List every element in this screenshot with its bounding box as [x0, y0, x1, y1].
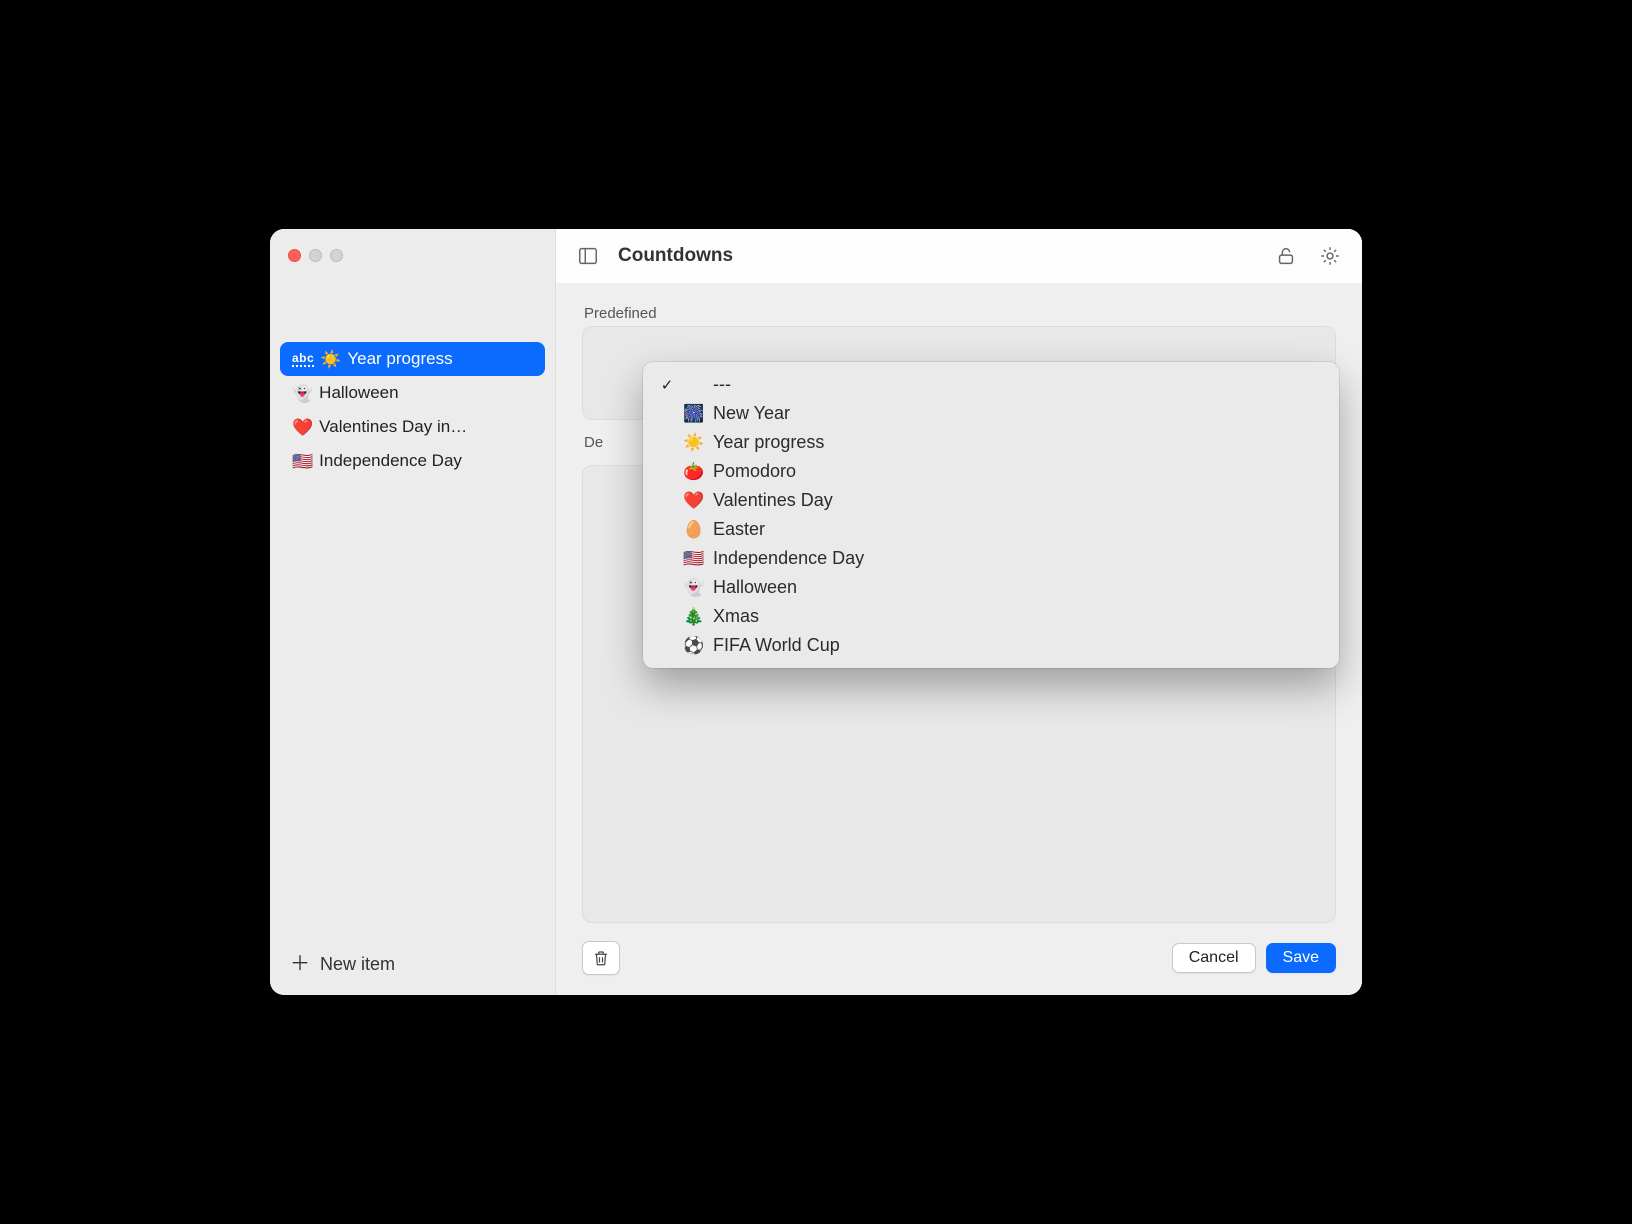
- menu-item-label: New Year: [713, 403, 1323, 424]
- toolbar: Countdowns: [556, 229, 1362, 283]
- delete-button[interactable]: [582, 941, 620, 975]
- heart-icon: ❤️: [292, 419, 313, 436]
- footer: Cancel Save: [556, 941, 1362, 995]
- ghost-icon: 👻: [683, 579, 705, 596]
- cancel-button[interactable]: Cancel: [1172, 943, 1256, 973]
- minimize-window-button[interactable]: [309, 249, 322, 262]
- menu-item-fifa-world-cup[interactable]: ⚽ FIFA World Cup: [649, 631, 1333, 660]
- predefined-section-label: Predefined: [584, 305, 1336, 322]
- save-button[interactable]: Save: [1266, 943, 1336, 973]
- close-window-button[interactable]: [288, 249, 301, 262]
- us-flag-icon: 🇺🇸: [292, 453, 313, 470]
- menu-item-year-progress[interactable]: ☀️ Year progress: [649, 428, 1333, 457]
- settings-button[interactable]: [1316, 242, 1344, 270]
- sidebar-item-label: Independence Day: [319, 451, 462, 471]
- tomato-icon: 🍅: [683, 463, 705, 480]
- menu-item-label: Valentines Day: [713, 490, 1323, 511]
- toggle-sidebar-button[interactable]: [574, 242, 602, 270]
- sun-icon: ☀️: [320, 351, 341, 368]
- sidebar-item-year-progress[interactable]: abc ☀️ Year progress: [280, 342, 545, 376]
- menu-item-label: Halloween: [713, 577, 1323, 598]
- lock-button[interactable]: [1272, 242, 1300, 270]
- app-window: abc ☀️ Year progress 👻 Halloween ❤️ Vale…: [270, 229, 1362, 995]
- egg-icon: 🥚: [683, 521, 705, 538]
- new-item-button[interactable]: ＋ New item: [280, 946, 545, 979]
- menu-item-label: Pomodoro: [713, 461, 1323, 482]
- menu-item-label: Xmas: [713, 606, 1323, 627]
- fireworks-icon: 🎆: [683, 405, 705, 422]
- menu-item-pomodoro[interactable]: 🍅 Pomodoro: [649, 457, 1333, 486]
- gear-icon: [1319, 245, 1341, 267]
- new-item-label: New item: [320, 954, 395, 975]
- sidebar-item-valentines[interactable]: ❤️ Valentines Day in…: [280, 410, 545, 444]
- menu-item-valentines[interactable]: ❤️ Valentines Day: [649, 486, 1333, 515]
- menu-item-none[interactable]: ✓ ---: [649, 370, 1333, 399]
- sidebar-item-label: Year progress: [347, 349, 452, 369]
- rename-indicator-icon: abc: [292, 352, 314, 367]
- sidebar-item-label: Valentines Day in…: [319, 417, 467, 437]
- window-controls: [280, 245, 545, 284]
- predefined-dropdown-menu[interactable]: ✓ --- 🎆 New Year ☀️ Year progres: [643, 362, 1339, 668]
- ghost-icon: 👻: [292, 385, 313, 402]
- sidebar-item-label: Halloween: [319, 383, 398, 403]
- unlock-icon: [1275, 245, 1297, 267]
- menu-item-easter[interactable]: 🥚 Easter: [649, 515, 1333, 544]
- sidebar: abc ☀️ Year progress 👻 Halloween ❤️ Vale…: [270, 229, 556, 995]
- sidebar-list: abc ☀️ Year progress 👻 Halloween ❤️ Vale…: [280, 284, 545, 946]
- menu-item-halloween[interactable]: 👻 Halloween: [649, 573, 1333, 602]
- trash-icon: [592, 949, 610, 967]
- sun-icon: ☀️: [683, 434, 705, 451]
- menu-item-label: Year progress: [713, 432, 1323, 453]
- predefined-panel: ✓ --- 🎆 New Year ☀️ Year progres: [582, 326, 1336, 420]
- sidebar-item-independence-day[interactable]: 🇺🇸 Independence Day: [280, 444, 545, 478]
- content-area: Predefined ✓ --- 🎆 New Year: [556, 283, 1362, 941]
- menu-item-independence-day[interactable]: 🇺🇸 Independence Day: [649, 544, 1333, 573]
- plus-icon: ＋: [290, 954, 310, 974]
- zoom-window-button[interactable]: [330, 249, 343, 262]
- menu-item-label: Independence Day: [713, 548, 1323, 569]
- menu-item-label: Easter: [713, 519, 1323, 540]
- us-flag-icon: 🇺🇸: [683, 550, 705, 567]
- menu-item-xmas[interactable]: 🎄 Xmas: [649, 602, 1333, 631]
- checkmark-icon: ✓: [659, 376, 675, 394]
- page-title: Countdowns: [618, 245, 733, 267]
- heart-icon: ❤️: [683, 492, 705, 509]
- menu-item-new-year[interactable]: 🎆 New Year: [649, 399, 1333, 428]
- main-panel: Countdowns Predefined: [556, 229, 1362, 995]
- soccer-icon: ⚽: [683, 637, 705, 654]
- menu-item-label: FIFA World Cup: [713, 635, 1323, 656]
- sidebar-icon: [577, 245, 599, 267]
- menu-item-label: ---: [713, 374, 1323, 395]
- tree-icon: 🎄: [683, 608, 705, 625]
- sidebar-item-halloween[interactable]: 👻 Halloween: [280, 376, 545, 410]
